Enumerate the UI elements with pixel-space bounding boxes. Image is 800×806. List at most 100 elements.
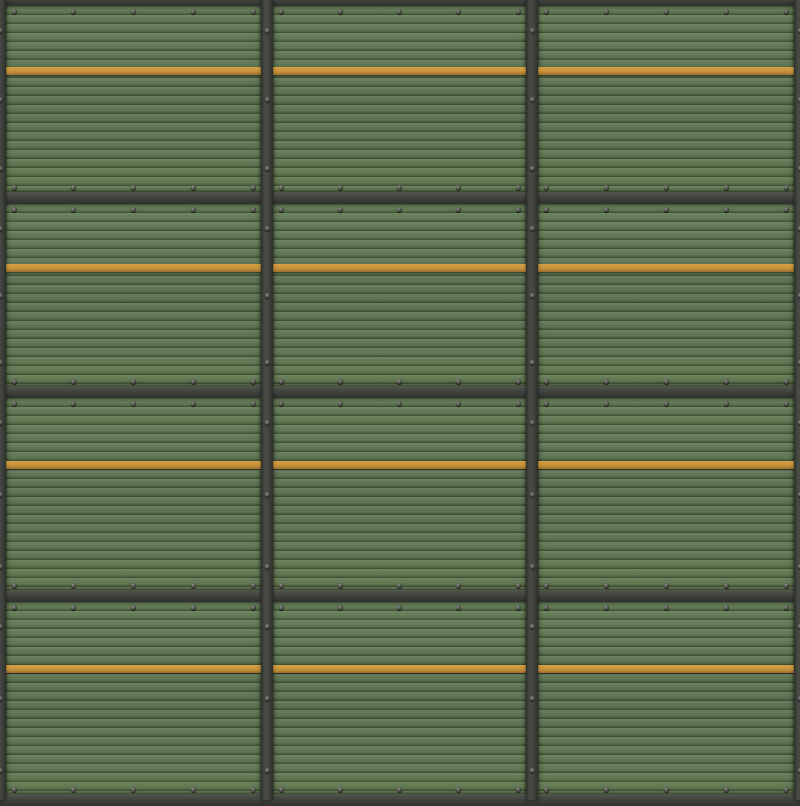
rivet — [516, 787, 521, 792]
rivet — [279, 207, 284, 212]
rivet — [530, 166, 535, 171]
vertical-frame-beam — [261, 0, 273, 800]
rivet — [516, 207, 521, 212]
corrugated-panel — [273, 602, 526, 794]
rivet — [191, 379, 196, 384]
rivet — [0, 420, 3, 425]
rivet — [544, 605, 549, 610]
yellow-stripe — [538, 67, 794, 75]
corrugated-panel — [6, 602, 261, 794]
rivet — [516, 605, 521, 610]
yellow-stripe — [273, 461, 526, 469]
rivet — [0, 226, 3, 231]
rivet — [604, 379, 609, 384]
rivet — [191, 583, 196, 588]
rivet — [724, 207, 729, 212]
yellow-stripe — [273, 665, 526, 673]
rivet — [338, 583, 343, 588]
rivet — [265, 696, 270, 701]
rivet — [12, 379, 17, 384]
rivet — [530, 28, 535, 33]
rivet — [0, 768, 3, 773]
rivet — [784, 207, 789, 212]
rivet — [530, 564, 535, 569]
rivet — [0, 97, 3, 102]
rivet — [338, 207, 343, 212]
rivet — [724, 9, 729, 14]
rivet — [724, 379, 729, 384]
rivet — [131, 401, 136, 406]
rivet — [251, 583, 256, 588]
rivet — [516, 9, 521, 14]
yellow-stripe — [6, 67, 261, 75]
rivet — [664, 401, 669, 406]
rivet — [724, 605, 729, 610]
rivet — [604, 207, 609, 212]
horizontal-frame-beam — [0, 0, 800, 6]
rivet — [516, 583, 521, 588]
yellow-stripe — [6, 264, 261, 272]
rivet — [0, 564, 3, 569]
rivet — [544, 583, 549, 588]
yellow-stripe — [538, 461, 794, 469]
rivet — [544, 207, 549, 212]
rivet — [530, 360, 535, 365]
rivet — [279, 583, 284, 588]
rivet — [251, 379, 256, 384]
rivet — [251, 401, 256, 406]
rivet — [279, 9, 284, 14]
rivet — [265, 226, 270, 231]
rivet — [12, 9, 17, 14]
rivet — [544, 185, 549, 190]
horizontal-frame-beam — [0, 590, 800, 602]
rivet — [0, 360, 3, 365]
rivet — [265, 492, 270, 497]
horizontal-frame-beam — [0, 794, 800, 806]
rivet — [604, 401, 609, 406]
rivet — [338, 787, 343, 792]
rivet — [131, 583, 136, 588]
rivet — [265, 166, 270, 171]
rivet — [397, 185, 402, 190]
rivet — [516, 379, 521, 384]
rivet — [724, 185, 729, 190]
rivet — [530, 492, 535, 497]
rivet — [191, 605, 196, 610]
rivet — [251, 605, 256, 610]
rivet — [724, 787, 729, 792]
rivet — [191, 207, 196, 212]
rivet — [724, 583, 729, 588]
rivet — [664, 787, 669, 792]
rivet — [724, 401, 729, 406]
rivet — [12, 207, 17, 212]
rivet — [338, 185, 343, 190]
corrugated-panel — [538, 204, 794, 386]
horizontal-frame-beam — [0, 386, 800, 398]
rivet — [516, 185, 521, 190]
yellow-stripe — [6, 461, 261, 469]
rivet — [530, 420, 535, 425]
rivet — [530, 624, 535, 629]
rivet — [664, 583, 669, 588]
horizontal-frame-beam — [0, 192, 800, 204]
corrugated-panel — [538, 602, 794, 794]
metal-panel-wall — [0, 0, 800, 800]
rivet — [544, 401, 549, 406]
rivet — [530, 97, 535, 102]
rivet — [0, 28, 3, 33]
rivet — [604, 787, 609, 792]
rivet — [12, 401, 17, 406]
rivet — [279, 401, 284, 406]
rivet — [664, 379, 669, 384]
rivet — [279, 379, 284, 384]
rivet — [191, 9, 196, 14]
rivet — [131, 605, 136, 610]
rivet — [338, 9, 343, 14]
rivet — [530, 293, 535, 298]
rivet — [604, 605, 609, 610]
vertical-frame-beam — [0, 0, 6, 800]
corrugated-panel — [6, 6, 261, 192]
rivet — [12, 605, 17, 610]
rivet — [664, 185, 669, 190]
rivet — [131, 379, 136, 384]
